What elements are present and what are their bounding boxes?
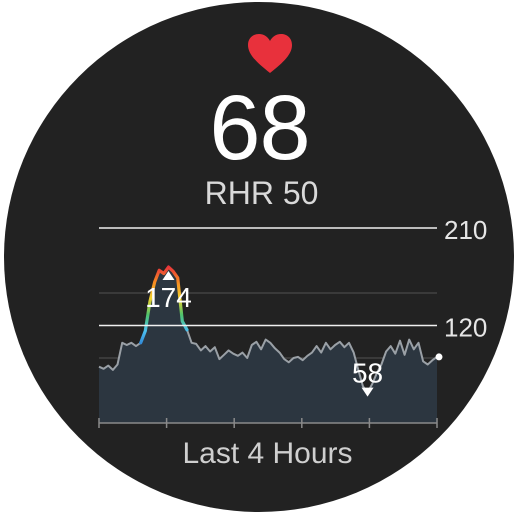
min-value-label: 58 <box>352 358 383 389</box>
y-tick-label: 210 <box>444 215 487 245</box>
y-tick-label: 120 <box>444 313 487 343</box>
time-range-label: Last 4 Hours <box>182 437 353 470</box>
current-value-dot <box>435 353 443 361</box>
max-value-label: 174 <box>145 282 192 313</box>
